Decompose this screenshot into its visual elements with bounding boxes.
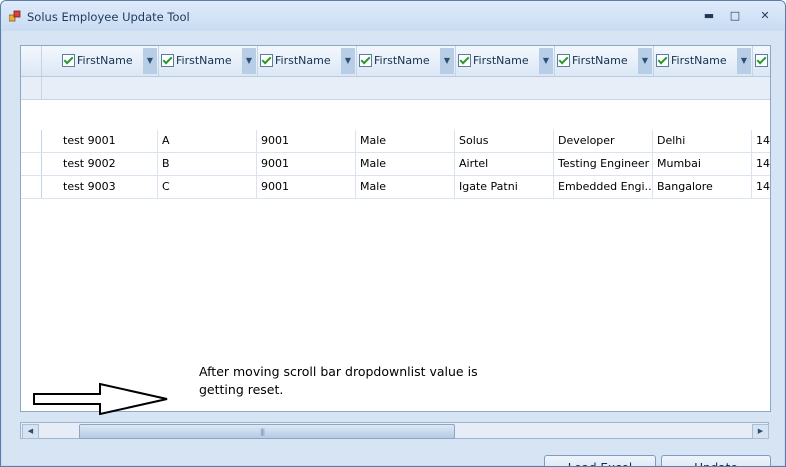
row-selector[interactable]	[21, 130, 42, 152]
annotation-line-1: After moving scroll bar dropdownlist val…	[199, 364, 478, 379]
table-cell[interactable]: Male	[356, 130, 455, 152]
dropdown-arrow-icon[interactable]: ▼	[539, 48, 553, 74]
column-visible-checkbox[interactable]	[557, 54, 570, 67]
table-cell[interactable]: 9001	[257, 176, 356, 198]
table-cell[interactable]: 14,	[752, 176, 770, 198]
dropdown-arrow-icon[interactable]: ▼	[440, 48, 454, 74]
title-bar[interactable]: Solus Employee Update Tool ▬ □ ✕	[1, 1, 785, 31]
column-header-label: FirstName	[374, 54, 430, 67]
data-grid[interactable]: FirstName ▼ FirstName ▼ FirstName ▼ FirstName ▼…	[20, 45, 771, 412]
annotation-line-2: getting reset.	[199, 382, 284, 397]
column-header-label: FirstName	[572, 54, 628, 67]
annotation-note: After moving scroll bar dropdownlist val…	[199, 363, 499, 399]
column-header-label: FirstName	[77, 54, 133, 67]
dropdown-arrow-icon[interactable]: ▼	[242, 48, 256, 74]
column-visible-checkbox[interactable]	[359, 54, 372, 67]
table-cell[interactable]: Solus	[455, 130, 554, 152]
column-header-label: FirstName	[275, 54, 331, 67]
table-cell[interactable]: Delhi	[653, 130, 752, 152]
grid-filter-row[interactable]	[21, 77, 770, 100]
column-visible-checkbox[interactable]	[458, 54, 471, 67]
column-visible-checkbox[interactable]	[161, 54, 174, 67]
column-header-7[interactable]: FirstName ▼	[653, 46, 753, 76]
grip-icon: |||	[260, 428, 265, 436]
maximize-button[interactable]: □	[724, 8, 746, 24]
table-cell[interactable]: test 9003	[59, 176, 158, 198]
column-visible-checkbox[interactable]	[656, 54, 669, 67]
table-cell[interactable]: Airtel	[455, 153, 554, 175]
close-button[interactable]: ✕	[754, 8, 776, 24]
table-cell[interactable]: Igate Patni	[455, 176, 554, 198]
table-cell[interactable]: 14,	[752, 153, 770, 175]
column-visible-checkbox[interactable]	[62, 54, 75, 67]
row-selector-filter[interactable]	[21, 77, 42, 99]
column-header-8[interactable]	[752, 46, 770, 76]
table-cell[interactable]: Testing Engineer	[554, 153, 653, 175]
table-cell[interactable]: Mumbai	[653, 153, 752, 175]
arrow-right-icon	[33, 383, 168, 415]
row-selector-header[interactable]	[21, 46, 42, 76]
table-cell[interactable]: A	[158, 130, 257, 152]
minimize-button[interactable]: ▬	[698, 8, 720, 24]
dropdown-arrow-icon[interactable]: ▼	[341, 48, 355, 74]
table-cell[interactable]: Bangalore	[653, 176, 752, 198]
table-cell[interactable]: test 9002	[59, 153, 158, 175]
column-header-label: FirstName	[671, 54, 727, 67]
table-cell[interactable]: B	[158, 153, 257, 175]
column-header-label: FirstName	[176, 54, 232, 67]
dropdown-arrow-icon[interactable]: ▼	[143, 48, 157, 74]
row-selector[interactable]	[21, 153, 42, 175]
table-cell[interactable]: C	[158, 176, 257, 198]
horizontal-scrollbar[interactable]: ◀ ||| ▶	[20, 422, 769, 439]
column-visible-checkbox[interactable]	[260, 54, 273, 67]
update-button[interactable]: Update	[661, 455, 771, 466]
row-selector[interactable]	[21, 176, 42, 198]
column-header-4[interactable]: FirstName ▼	[356, 46, 456, 76]
app-icon	[9, 10, 21, 22]
table-cell[interactable]: test 9001	[59, 130, 158, 152]
scrollbar-thumb[interactable]: |||	[79, 424, 455, 439]
window-title: Solus Employee Update Tool	[27, 10, 190, 24]
column-header-label: FirstName	[473, 54, 529, 67]
column-header-1[interactable]: FirstName ▼	[59, 46, 159, 76]
table-cell[interactable]: Male	[356, 153, 455, 175]
table-cell[interactable]: 9001	[257, 130, 356, 152]
dropdown-arrow-icon[interactable]: ▼	[737, 48, 751, 74]
grid-header-row: FirstName ▼ FirstName ▼ FirstName ▼ FirstName ▼…	[21, 46, 770, 77]
table-row[interactable]: test 9003 C 9001 Male Igate Patni Embedded En…	[21, 176, 770, 199]
scroll-left-button[interactable]: ◀	[22, 424, 39, 439]
table-cell[interactable]: 14,	[752, 130, 770, 152]
table-row[interactable]: test 9002 B 9001 Male Airtel Testing Engineer…	[21, 153, 770, 176]
main-window: Solus Employee Update Tool ▬ □ ✕ FirstNa…	[0, 0, 786, 467]
column-header-3[interactable]: FirstName ▼	[257, 46, 357, 76]
dropdown-arrow-icon[interactable]: ▼	[638, 48, 652, 74]
column-header-2[interactable]: FirstName ▼	[158, 46, 258, 76]
scroll-right-button[interactable]: ▶	[752, 424, 769, 439]
table-cell[interactable]: Developer	[554, 130, 653, 152]
load-excel-button[interactable]: Load Excel	[544, 455, 656, 466]
table-cell[interactable]: Embedded Engi...	[554, 176, 653, 198]
column-header-5[interactable]: FirstName ▼	[455, 46, 555, 76]
table-cell[interactable]: Male	[356, 176, 455, 198]
column-header-6[interactable]: FirstName ▼	[554, 46, 654, 76]
client-area: FirstName ▼ FirstName ▼ FirstName ▼ FirstName ▼…	[2, 31, 784, 466]
table-cell[interactable]: 9001	[257, 153, 356, 175]
table-row[interactable]: test 9001A9001MaleSolusDeveloperDelhi14,	[21, 130, 770, 153]
column-visible-checkbox[interactable]	[755, 54, 768, 67]
